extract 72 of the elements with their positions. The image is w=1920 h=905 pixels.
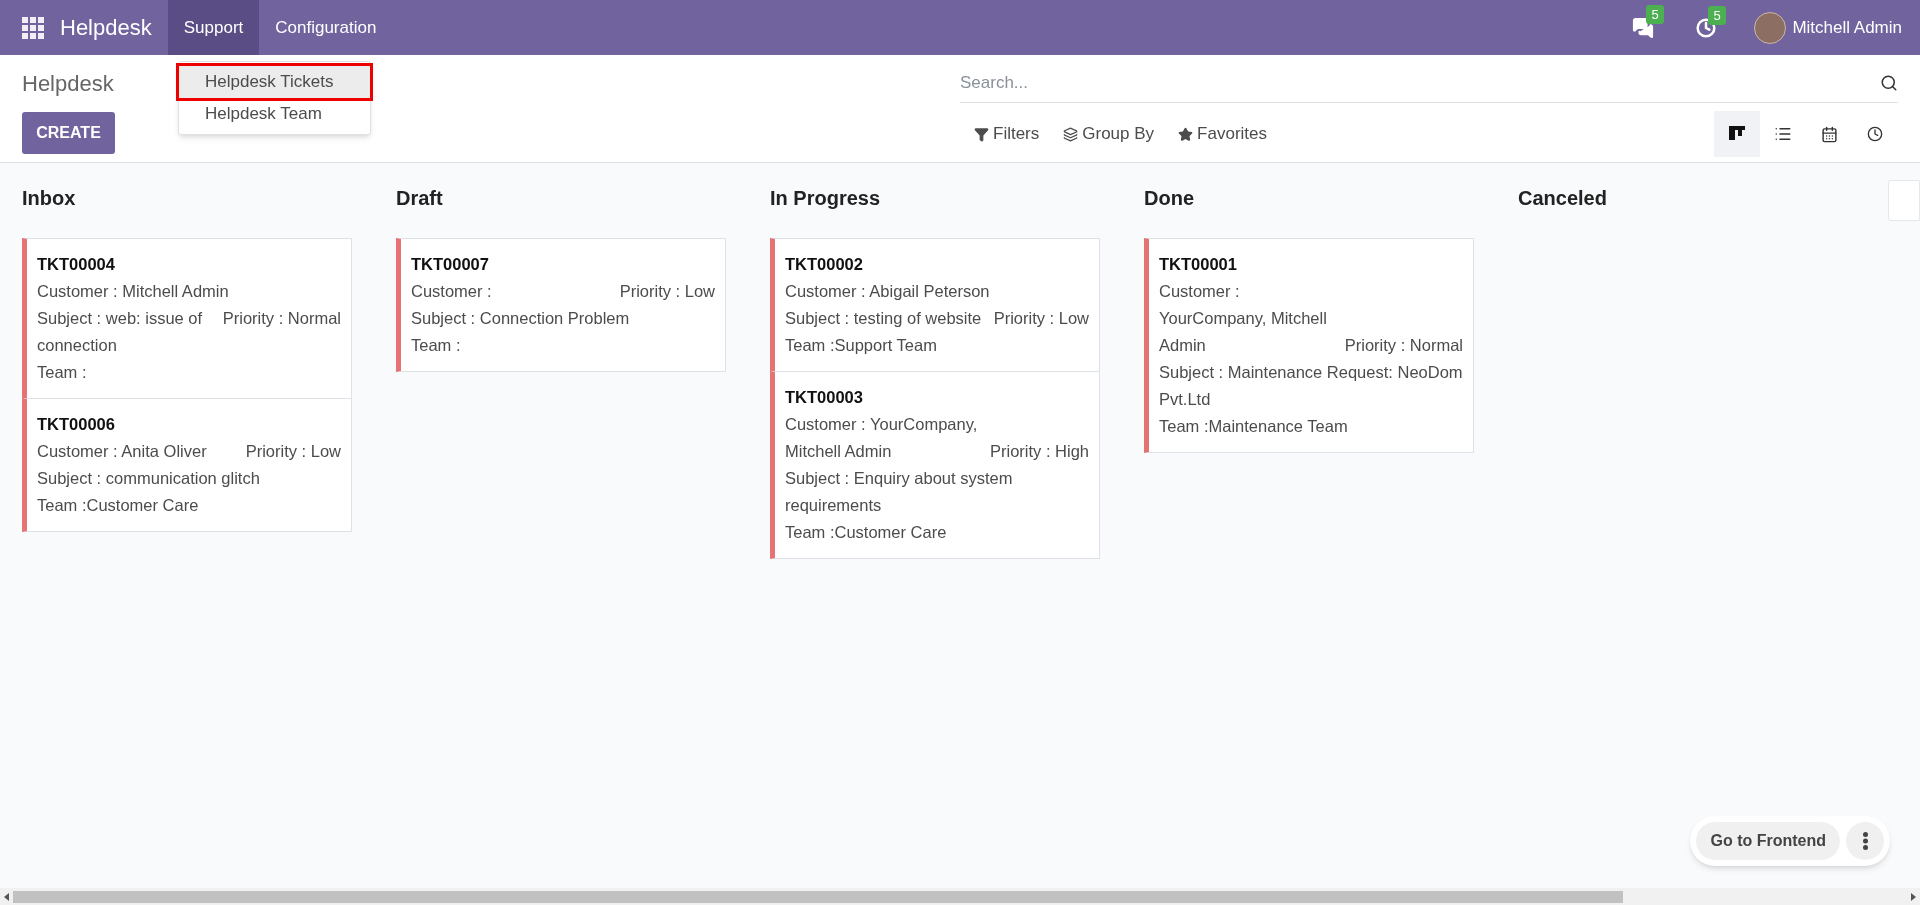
- scrollbar-thumb[interactable]: [13, 890, 1623, 903]
- menu-item[interactable]: Support: [167, 0, 260, 55]
- customer-text: Customer : Mitchell Admin: [37, 281, 229, 302]
- ticket-number: TKT00004: [37, 254, 115, 275]
- priority-text: Priority : Low: [619, 281, 715, 302]
- search-option-button[interactable]: Group By: [1063, 121, 1155, 147]
- column-title: Inbox: [22, 186, 77, 211]
- priority-text: Priority : Low: [245, 441, 341, 462]
- ticket-number: TKT00002: [785, 254, 863, 275]
- ticket-card[interactable]: TKT00002 Customer : Abigail Peterson Subject : testing of website Priority : Low Team :Support Team: [770, 238, 1100, 372]
- search-option-button[interactable]: Favorites: [1178, 121, 1267, 147]
- layers-icon: [1063, 126, 1079, 142]
- ticket-card[interactable]: TKT00001 Customer : YourCompany, Mitchell Admin Priority : Normal Subject : Maintenance Request: NeoDom Pvt.Ltd Team :Maintenance Team: [1144, 238, 1474, 453]
- create-button[interactable]: CREATE: [22, 112, 115, 154]
- ticket-card[interactable]: TKT00004 Customer : Mitchell Admin Subject : web: issue of connection Priority : Normal Team :: [22, 238, 352, 399]
- customer-text: Customer : YourCompany, Mitchell Admin: [1159, 281, 1328, 356]
- column-title: In Progress: [770, 186, 882, 211]
- calendar-view-icon: [1820, 125, 1838, 143]
- search-input[interactable]: Search...: [960, 69, 1880, 96]
- user-name[interactable]: Mitchell Admin: [1792, 14, 1902, 41]
- customer-text: Customer : Anita Oliver: [37, 441, 207, 462]
- team-text: Team :: [411, 335, 461, 356]
- ticket-number: TKT00007: [411, 254, 489, 275]
- customer-text: Customer : Abigail Peterson: [785, 281, 990, 302]
- page-title: Helpdesk: [22, 70, 114, 98]
- star-icon: [1178, 126, 1194, 142]
- ticket-number: TKT00003: [785, 387, 863, 408]
- team-text: Team :Customer Care: [785, 522, 947, 543]
- column-title: Done: [1144, 186, 1195, 211]
- app-name: Helpdesk: [60, 14, 152, 42]
- search-icon[interactable]: [1880, 73, 1898, 92]
- ticket-number: TKT00001: [1159, 254, 1237, 275]
- team-text: Team :Customer Care: [37, 495, 199, 516]
- search-option-button[interactable]: Filters: [974, 121, 1040, 147]
- team-text: Team :Support Team: [785, 335, 937, 356]
- subject-text: Subject : Maintenance Request: NeoDom Pvt.Ltd: [1159, 362, 1463, 410]
- filter-icon: [974, 126, 989, 142]
- subject-text: Subject : communication glitch: [37, 468, 260, 489]
- ticket-card[interactable]: TKT00007 Customer : Priority : Low Subject : Connection Problem Team :: [396, 238, 726, 372]
- priority-text: Priority : Normal: [222, 308, 341, 329]
- priority-text: Priority : High: [989, 441, 1089, 462]
- subject-text: Subject : testing of website: [785, 308, 982, 329]
- column-title: Draft: [396, 186, 444, 211]
- priority-text: Priority : Low: [993, 308, 1089, 329]
- customer-text: Customer : YourCompany, Mitchell Admin: [785, 414, 978, 462]
- horizontal-scrollbar[interactable]: [0, 888, 1920, 905]
- dropdown-item[interactable]: Helpdesk Team: [179, 98, 370, 130]
- notification-count: 5: [1708, 5, 1726, 25]
- more-icon: [1862, 832, 1868, 850]
- priority-text: Priority : Normal: [1344, 335, 1463, 356]
- subject-text: Subject : Connection Problem: [411, 308, 630, 329]
- ticket-card[interactable]: TKT00003 Customer : YourCompany, Mitchell Admin Priority : High Subject : Enquiry about system requirements Team :Customer Care: [770, 371, 1100, 559]
- view-switch-button[interactable]: [1714, 111, 1760, 157]
- subject-text: Subject : Enquiry about system requirements: [785, 468, 1014, 516]
- team-text: Team :: [37, 362, 87, 383]
- ticket-card[interactable]: TKT00006 Customer : Anita Oliver Priority : Low Subject : communication glitch Team :Customer Care: [22, 398, 352, 532]
- scroll-right-arrow-icon[interactable]: [1911, 892, 1916, 901]
- kanban-view-icon: [1729, 126, 1745, 142]
- ticket-number: TKT00006: [37, 414, 115, 435]
- subject-text: Subject : web: issue of connection: [37, 308, 204, 356]
- more-options-button[interactable]: [1846, 822, 1884, 860]
- list-view-icon: [1774, 125, 1792, 143]
- go-to-frontend-button[interactable]: Go to Frontend: [1696, 822, 1840, 860]
- customer-text: Customer :: [411, 281, 492, 302]
- scroll-left-arrow-icon[interactable]: [4, 892, 9, 901]
- apps-menu-icon[interactable]: [22, 16, 44, 39]
- search-field[interactable]: Search...: [960, 63, 1898, 103]
- team-text: Team :Maintenance Team: [1159, 416, 1348, 437]
- column-title: Canceled: [1518, 186, 1608, 211]
- notification-count: 5: [1646, 4, 1664, 24]
- clock-view-icon: [1867, 126, 1883, 142]
- dropdown-item[interactable]: Helpdesk Tickets: [179, 66, 370, 98]
